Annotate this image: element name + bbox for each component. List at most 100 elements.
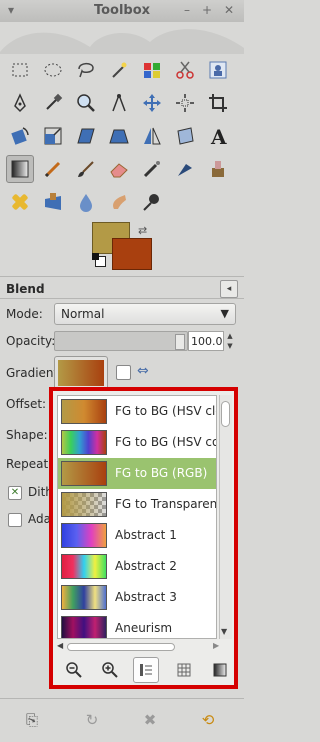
mode-label: Mode: [6, 307, 43, 321]
gradient-swatch [61, 399, 107, 424]
gradient-name: FG to BG (RGB) [115, 466, 208, 480]
color-picker-icon[interactable] [39, 89, 67, 117]
move-icon[interactable] [138, 89, 166, 117]
scroll-down-icon[interactable]: ▼ [221, 627, 227, 636]
gradient-swatch [61, 430, 107, 455]
window-menu-icon[interactable]: ▾ [4, 3, 18, 17]
gradient-swatch [61, 492, 107, 517]
scroll-left-icon[interactable]: ◀ [57, 641, 63, 650]
save-options-icon[interactable]: ⎘ [22, 710, 42, 730]
popup-toolbar [57, 657, 231, 685]
dither-checkbox[interactable]: ✕ [8, 486, 22, 500]
opacity-input[interactable]: 100.0 [188, 331, 224, 351]
gradient-name: FG to BG (HSV co [115, 435, 217, 449]
fuzzy-select-icon[interactable] [105, 56, 133, 84]
repeat-label: Repeat: [6, 457, 53, 471]
gradient-name: FG to Transparent [115, 497, 217, 511]
color-select-icon[interactable] [138, 56, 166, 84]
scissors-select-icon[interactable] [171, 56, 199, 84]
list-item[interactable]: Abstract 1 [58, 520, 216, 551]
flip-icon[interactable] [138, 122, 166, 150]
chevron-down-icon: ▼ [220, 307, 229, 320]
default-colors-icon[interactable] [92, 253, 106, 267]
heal-icon[interactable] [6, 188, 34, 216]
gradient-swatch [61, 461, 107, 486]
list-item[interactable]: FG to Transparent [58, 489, 216, 520]
gradient-list[interactable]: FG to BG (HSV clo FG to BG (HSV co FG to… [57, 395, 217, 639]
slider-handle[interactable] [175, 334, 185, 350]
scrollbar-thumb[interactable] [221, 401, 230, 427]
scale-icon[interactable] [39, 122, 67, 150]
minimize-icon[interactable]: – [180, 3, 194, 17]
scroll-right-icon[interactable]: ▶ [213, 641, 219, 650]
bottom-toolbar: ⎘ ↻ ✖ ⟲ [0, 700, 244, 742]
opacity-slider[interactable] [54, 331, 188, 351]
title-bar: Toolbox ▾ – + ✕ [0, 0, 244, 23]
paths-icon[interactable] [6, 89, 34, 117]
list-item[interactable]: Abstract 2 [58, 551, 216, 582]
mode-value: Normal [61, 307, 105, 321]
gradient-preview [58, 360, 104, 386]
zoom-icon[interactable] [72, 89, 100, 117]
rotate-icon[interactable] [6, 122, 34, 150]
gradient-button[interactable] [54, 356, 108, 390]
edit-gradient-icon[interactable] [207, 657, 233, 683]
list-item[interactable]: Aneurism [58, 613, 216, 638]
options-menu-icon[interactable]: ◂ [220, 280, 238, 298]
divider [0, 698, 244, 699]
paintbrush-icon[interactable] [72, 155, 100, 183]
adaptive-checkbox[interactable] [8, 513, 22, 527]
delete-options-icon[interactable]: ✖ [140, 710, 160, 730]
list-view-icon[interactable] [133, 657, 159, 683]
reset-options-icon[interactable]: ⟲ [198, 710, 218, 730]
ink-icon[interactable] [171, 155, 199, 183]
perspective-clone-icon[interactable] [39, 188, 67, 216]
gradient-swatch [61, 585, 107, 610]
zoom-in-icon[interactable] [97, 657, 123, 683]
divider [0, 298, 244, 299]
smudge-icon[interactable] [105, 188, 133, 216]
reverse-checkbox[interactable] [116, 365, 131, 380]
background-color-swatch[interactable] [112, 238, 152, 270]
horizontal-scrollbar[interactable]: ◀ ▶ [57, 641, 231, 653]
swap-colors-icon[interactable]: ⇄ [138, 224, 147, 237]
clone-icon[interactable] [204, 155, 232, 183]
mode-select[interactable]: Normal ▼ [54, 303, 236, 325]
shape-label: Shape: [6, 428, 48, 442]
color-area: ⇄ [92, 222, 154, 272]
crop-icon[interactable] [204, 89, 232, 117]
shear-icon[interactable] [72, 122, 100, 150]
list-item[interactable]: FG to BG (HSV clo [58, 396, 216, 427]
ellipse-select-icon[interactable] [39, 56, 67, 84]
gradient-name: Abstract 1 [115, 528, 177, 542]
airbrush-icon[interactable] [138, 155, 166, 183]
foreground-select-icon[interactable] [204, 56, 232, 84]
vertical-scrollbar[interactable]: ▼ [219, 395, 232, 639]
gradient-swatch [61, 554, 107, 579]
blend-icon[interactable] [6, 155, 34, 183]
align-icon[interactable] [171, 89, 199, 117]
text-icon[interactable]: A [204, 122, 232, 150]
list-item[interactable]: FG to BG (HSV co [58, 427, 216, 458]
eraser-icon[interactable] [105, 155, 133, 183]
restore-options-icon[interactable]: ↻ [82, 710, 102, 730]
reverse-gradient-icon: ⇔ [137, 363, 149, 379]
list-item[interactable]: FG to BG (RGB) [58, 458, 216, 489]
grid-view-icon[interactable] [171, 657, 197, 683]
maximize-icon[interactable]: + [200, 3, 214, 17]
divider [0, 276, 244, 277]
blur-icon[interactable] [72, 188, 100, 216]
cage-icon[interactable] [171, 122, 199, 150]
gradient-name: Abstract 2 [115, 559, 177, 573]
opacity-spin-buttons[interactable]: ▲ ▼ [224, 331, 236, 351]
perspective-icon[interactable] [105, 122, 133, 150]
rect-select-icon[interactable] [6, 56, 34, 84]
zoom-out-icon[interactable] [61, 657, 87, 683]
lasso-select-icon[interactable] [72, 56, 100, 84]
close-icon[interactable]: ✕ [222, 3, 236, 17]
dodge-burn-icon[interactable] [138, 188, 166, 216]
measure-icon[interactable] [105, 89, 133, 117]
scrollbar-thumb[interactable] [67, 643, 175, 651]
list-item[interactable]: Abstract 3 [58, 582, 216, 613]
pencil-icon[interactable] [39, 155, 67, 183]
